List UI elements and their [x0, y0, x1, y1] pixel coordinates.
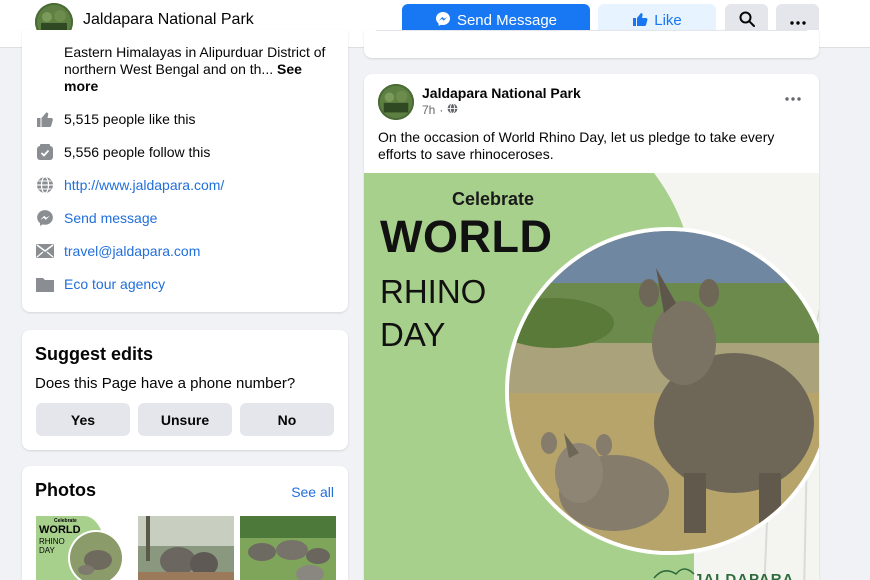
like-icon: [632, 11, 648, 31]
post-timestamp[interactable]: 7h ·: [422, 103, 458, 117]
image-world-text: WORLD: [380, 211, 553, 262]
image-celebrate-text: Celebrate: [452, 189, 535, 209]
category-row: Eco tour agency: [36, 275, 165, 293]
suggest-edits-card: Suggest edits Does this Page have a phon…: [22, 330, 348, 450]
thumb-day: DAY: [39, 546, 55, 555]
likes-row: 5,515 people like this: [36, 110, 196, 128]
messenger-icon: [435, 11, 451, 31]
dot-separator: ·: [439, 103, 444, 117]
thumb-rhino: RHINO: [39, 537, 65, 546]
messenger-icon: [36, 209, 54, 227]
search-icon: [739, 11, 755, 31]
photos-title: Photos: [35, 480, 96, 500]
post-card: Jaldapara National Park 7h · On the occa…: [364, 74, 819, 580]
thumbs-up-icon: [36, 110, 54, 128]
previous-post-card: [364, 30, 819, 58]
photo-thumb-rhino-day[interactable]: Celebrate WORLD RHINO DAY: [36, 516, 132, 580]
website-link[interactable]: http://www.jaldapara.com/: [64, 177, 224, 193]
post-author-avatar[interactable]: [378, 84, 414, 120]
image-day-text: DAY: [380, 316, 446, 353]
about-card: Eastern Himalayas in Alipurduar District…: [22, 30, 348, 312]
send-message-row: Send message: [36, 209, 157, 227]
email-row: travel@jaldapara.com: [36, 242, 200, 260]
globe-icon: [447, 103, 458, 117]
thumb-world: WORLD: [39, 524, 81, 536]
category-icon: [36, 275, 54, 293]
likes-text: 5,515 people like this: [64, 111, 196, 127]
send-message-label: Send Message: [456, 12, 558, 29]
post-text: On the occasion of World Rhino Day, let …: [378, 129, 775, 162]
post-options-button[interactable]: [785, 88, 801, 106]
page-title[interactable]: Jaldapara National Park: [83, 11, 254, 29]
category-link[interactable]: Eco tour agency: [64, 276, 165, 292]
more-icon: [785, 88, 801, 105]
like-label: Like: [654, 12, 682, 29]
divider: [376, 30, 807, 31]
follows-text: 5,556 people follow this: [64, 144, 211, 160]
yes-button[interactable]: Yes: [36, 403, 130, 436]
image-rhino-text: RHINO: [380, 273, 487, 310]
photo-thumb-elephants[interactable]: [138, 516, 234, 580]
post-time-text: 7h: [422, 103, 436, 117]
follows-row: 5,556 people follow this: [36, 143, 210, 161]
photo-thumb-rhino-herd[interactable]: [240, 516, 336, 580]
follow-icon: [36, 143, 54, 161]
email-link[interactable]: travel@jaldapara.com: [64, 243, 200, 259]
see-all-photos-link[interactable]: See all: [291, 484, 334, 500]
post-image[interactable]: Celebrate WORLD RHINO DAY JALDAPARA: [364, 173, 819, 580]
about-description: Eastern Himalayas in Alipurduar District…: [64, 44, 334, 95]
post-author-name[interactable]: Jaldapara National Park: [422, 85, 581, 101]
image-brand-text: JALDAPARA: [694, 571, 795, 580]
unsure-button[interactable]: Unsure: [138, 403, 232, 436]
photos-card: Photos See all Celebrate WORLD RHINO DAY: [22, 466, 348, 580]
send-message-link[interactable]: Send message: [64, 210, 157, 226]
no-button[interactable]: No: [240, 403, 334, 436]
more-icon: [789, 12, 806, 29]
suggest-edits-title: Suggest edits: [35, 344, 154, 364]
suggest-question: Does this Page have a phone number?: [35, 375, 296, 392]
mail-icon: [36, 242, 54, 260]
globe-icon: [36, 176, 54, 194]
website-row: http://www.jaldapara.com/: [36, 176, 224, 194]
